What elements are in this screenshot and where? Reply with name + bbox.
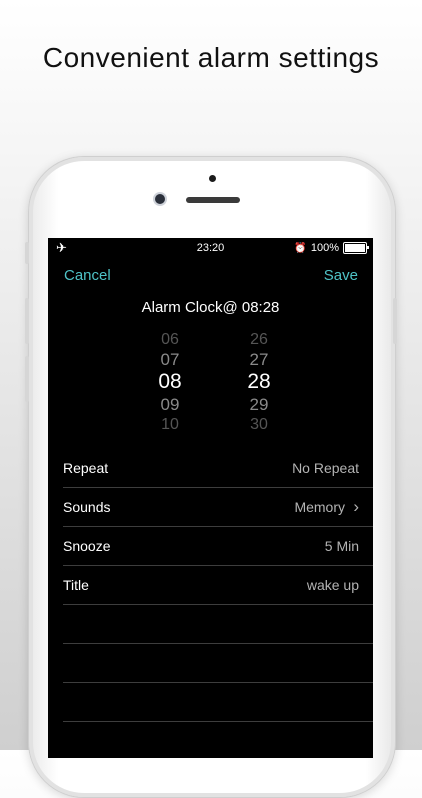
picker-option[interactable]: 27 xyxy=(229,349,289,370)
volume-down-button xyxy=(25,356,29,402)
snooze-value: 5 Min xyxy=(324,538,359,554)
repeat-row[interactable]: Repeat No Repeat xyxy=(63,449,373,488)
picker-option[interactable]: 06 xyxy=(140,330,200,349)
chevron-right-icon: › xyxy=(353,497,359,516)
snooze-row[interactable]: Snooze 5 Min xyxy=(63,527,373,566)
alarm-icon: ⏰ xyxy=(294,242,307,254)
snooze-label: Snooze xyxy=(63,538,111,554)
title-row[interactable]: Title wake up xyxy=(63,566,373,605)
status-right: ⏰ 100% xyxy=(294,242,369,254)
picker-option[interactable]: 26 xyxy=(229,330,289,349)
mute-switch xyxy=(25,242,29,264)
title-value: wake up xyxy=(306,577,359,593)
power-button xyxy=(393,298,397,344)
save-button[interactable]: Save xyxy=(324,267,358,284)
picker-option[interactable]: 10 xyxy=(140,415,200,434)
picker-option-selected[interactable]: 08 xyxy=(140,370,200,394)
front-camera xyxy=(155,194,165,204)
hour-picker[interactable]: 06 07 08 09 10 xyxy=(140,330,200,434)
sounds-value: Memory xyxy=(294,499,345,515)
picker-option-selected[interactable]: 28 xyxy=(229,370,289,394)
empty-row xyxy=(63,605,373,644)
title-label: Title xyxy=(63,577,89,593)
sounds-row[interactable]: Sounds Memory › xyxy=(63,488,373,527)
proximity-sensor xyxy=(209,175,216,182)
cancel-button[interactable]: Cancel xyxy=(64,267,111,284)
volume-up-button xyxy=(25,298,29,344)
repeat-label: Repeat xyxy=(63,460,109,476)
settings-list: Repeat No Repeat Sounds Memory › Snooze … xyxy=(63,449,373,722)
battery-percent: 100% xyxy=(310,242,339,254)
sounds-label: Sounds xyxy=(63,499,111,515)
empty-row xyxy=(63,644,373,683)
picker-option[interactable]: 29 xyxy=(229,394,289,415)
picker-option[interactable]: 09 xyxy=(140,394,200,415)
empty-row xyxy=(63,683,373,722)
battery-icon xyxy=(343,242,369,254)
picker-option[interactable]: 30 xyxy=(229,415,289,434)
minute-picker[interactable]: 26 27 28 29 30 xyxy=(229,330,289,434)
repeat-value: No Repeat xyxy=(292,460,359,476)
status-bar: ✈ 23:20 ⏰ 100% xyxy=(48,238,373,258)
headline: Convenient alarm settings xyxy=(42,42,380,73)
app-screen: ✈ 23:20 ⏰ 100% Cancel Save Alarm Clock@ … xyxy=(48,238,373,758)
earpiece-speaker xyxy=(186,197,240,203)
picker-option[interactable]: 07 xyxy=(140,349,200,370)
alarm-title: Alarm Clock@ 08:28 xyxy=(141,299,280,316)
